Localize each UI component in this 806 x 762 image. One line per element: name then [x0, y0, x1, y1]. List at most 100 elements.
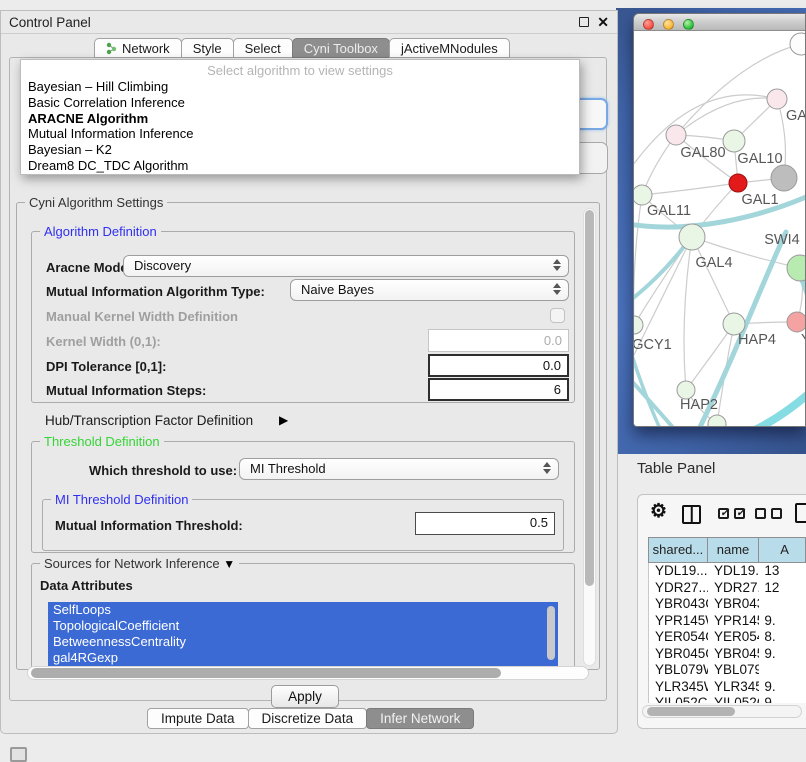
- table-row[interactable]: YBR043CYBR043C: [649, 596, 806, 613]
- mac-close-icon[interactable]: [643, 19, 654, 30]
- network-window-titlebar[interactable]: [634, 14, 805, 31]
- cell: 9: [759, 695, 806, 703]
- node-gal80[interactable]: [666, 125, 686, 145]
- cell: YLR345W: [708, 679, 759, 696]
- table-row[interactable]: YDR27...YDR27...12: [649, 580, 806, 597]
- tab-label: Style: [193, 39, 222, 58]
- disclosure-right-icon[interactable]: ▶: [279, 413, 288, 427]
- select-none-icon[interactable]: [755, 508, 782, 519]
- apply-button[interactable]: Apply: [271, 685, 339, 708]
- control-panel-titlebar[interactable]: Control Panel ✕: [1, 11, 617, 34]
- manual-kernel-checkbox[interactable]: [550, 308, 565, 323]
- column-header-name[interactable]: name: [707, 537, 758, 563]
- node-gal4[interactable]: [679, 224, 705, 250]
- control-panel-tab-bar: Network Style Select Cyni Toolbox jActiv…: [94, 38, 509, 58]
- settings-vertical-scrollbar[interactable]: [583, 208, 596, 666]
- list-vscroll-thumb[interactable]: [547, 606, 555, 660]
- split-view-icon[interactable]: [682, 505, 701, 524]
- table-row[interactable]: YPR145WYPR145W9.: [649, 613, 806, 630]
- table-horizontal-scrollbar[interactable]: [642, 705, 802, 718]
- threshold-definition-group: Threshold Definition Which threshold to …: [31, 441, 575, 553]
- mi-steps-input[interactable]: 6: [428, 378, 569, 401]
- kernel-width-input[interactable]: 0.0: [428, 329, 569, 352]
- dropdown-placeholder: Select algorithm to view settings: [21, 60, 579, 79]
- node-y-partial[interactable]: [787, 312, 806, 332]
- close-panel-icon[interactable]: ✕: [597, 14, 609, 31]
- network-canvas[interactable]: GAL GAL80 GAL10 GAL1 GAL11 GAL4 SWI4 GCY…: [634, 32, 806, 427]
- group-title: Threshold Definition: [40, 434, 164, 449]
- node-gray[interactable]: [771, 165, 797, 191]
- group-title: Sources for Network Inference ▼: [40, 556, 239, 571]
- table-row[interactable]: YLR345WYLR345W9.: [649, 679, 806, 696]
- menu-item-basic-correlation[interactable]: Basic Correlation Inference: [21, 95, 579, 111]
- table-row[interactable]: YIL052CYIL052C9: [649, 695, 806, 703]
- tab-impute-data[interactable]: Impute Data: [147, 708, 249, 729]
- tab-cyni-toolbox[interactable]: Cyni Toolbox: [292, 38, 390, 58]
- page-icon[interactable]: [795, 503, 806, 523]
- tab-select[interactable]: Select: [233, 38, 293, 58]
- table-hscroll-thumb[interactable]: [647, 707, 735, 716]
- node-label: GAL1: [741, 192, 778, 208]
- cell: YDR27...: [708, 580, 759, 597]
- which-threshold-label: Which threshold to use:: [89, 463, 237, 478]
- settings-vscroll-thumb[interactable]: [585, 210, 594, 586]
- aracne-mode-combobox[interactable]: Discovery: [123, 255, 569, 277]
- which-threshold-combobox[interactable]: MI Threshold: [239, 458, 559, 480]
- menu-item-bayesian-k2[interactable]: Bayesian – K2: [21, 142, 579, 158]
- tab-discretize-data[interactable]: Discretize Data: [248, 708, 368, 729]
- settings-hscroll-thumb[interactable]: [31, 668, 501, 678]
- node-gal11[interactable]: [634, 185, 652, 205]
- node-label: HAP2: [680, 397, 718, 413]
- node-gal10[interactable]: [723, 130, 745, 152]
- menu-item-bayesian-hill-climbing[interactable]: Bayesian – Hill Climbing: [21, 79, 579, 95]
- minimized-panel-icon[interactable]: [10, 747, 27, 762]
- cell: YBR045C: [708, 646, 759, 663]
- column-header-partial[interactable]: A: [758, 537, 806, 563]
- tab-network[interactable]: Network: [94, 38, 182, 58]
- cyni-algorithm-settings-group: Cyni Algorithm Settings Algorithm Defini…: [16, 202, 600, 670]
- mac-minimize-icon[interactable]: [663, 19, 674, 30]
- combobox-value: Naive Bayes: [301, 282, 374, 297]
- column-header-shared-name[interactable]: shared...: [648, 537, 707, 563]
- data-attributes-label: Data Attributes: [40, 578, 133, 593]
- node-label: GAL: [786, 108, 806, 124]
- float-window-icon[interactable]: [579, 17, 589, 27]
- node-label: GAL10: [737, 151, 782, 167]
- menu-item-mutual-information[interactable]: Mutual Information Inference: [21, 126, 579, 142]
- list-item-selected[interactable]: TopologicalCoefficient: [48, 618, 558, 634]
- table-row[interactable]: YBR045CYBR045C9.: [649, 646, 806, 663]
- table-row[interactable]: YER054CYER054C8.: [649, 629, 806, 646]
- node-unlabeled-bottom[interactable]: [708, 415, 726, 427]
- mac-zoom-icon[interactable]: [683, 19, 694, 30]
- table-row[interactable]: YBL079WYBL079W: [649, 662, 806, 679]
- node-gcy1[interactable]: [634, 316, 643, 334]
- mi-threshold-input[interactable]: 0.5: [415, 512, 555, 535]
- table-panel-title: Table Panel: [637, 460, 715, 477]
- tab-jactivemnodules[interactable]: jActiveMNodules: [389, 38, 510, 58]
- disclosure-down-icon[interactable]: ▼: [223, 557, 235, 571]
- list-item-selected[interactable]: BetweennessCentrality: [48, 634, 558, 650]
- menu-item-aracne[interactable]: ARACNE Algorithm: [21, 111, 579, 127]
- node-gal1-selected[interactable]: [729, 174, 747, 192]
- menu-item-dream8[interactable]: Dream8 DC_TDC Algorithm: [21, 158, 579, 174]
- list-item-selected[interactable]: gal4RGexp: [48, 650, 558, 666]
- cell: 13: [759, 563, 806, 580]
- network-view-window[interactable]: GAL GAL80 GAL10 GAL1 GAL11 GAL4 SWI4 GCY…: [633, 13, 806, 427]
- hub-definition-label: Hub/Transcription Factor Definition: [45, 413, 253, 428]
- node-unlabeled-top[interactable]: [790, 33, 806, 55]
- mi-algorithm-type-combobox[interactable]: Naive Bayes: [290, 279, 569, 301]
- tab-infer-network[interactable]: Infer Network: [366, 708, 474, 729]
- cell: YBL079W: [649, 662, 708, 679]
- gear-icon[interactable]: ⚙: [650, 502, 667, 522]
- tab-style[interactable]: Style: [181, 38, 234, 58]
- table-body[interactable]: YDL19...YDL19...13 YDR27...YDR27...12 YB…: [648, 563, 806, 703]
- table-row[interactable]: YDL19...YDL19...13: [649, 563, 806, 580]
- settings-horizontal-scrollbar[interactable]: [27, 666, 589, 680]
- node-swi4[interactable]: [787, 255, 806, 281]
- list-item-selected[interactable]: SelfLoops: [48, 602, 558, 618]
- node-gal-partial[interactable]: [767, 89, 787, 109]
- dpi-tolerance-input[interactable]: 0.0: [428, 354, 569, 377]
- cell: YPR145W: [649, 613, 708, 630]
- data-attributes-list[interactable]: SelfLoops TopologicalCoefficient Between…: [48, 602, 558, 666]
- select-all-checked-icon[interactable]: [718, 508, 745, 519]
